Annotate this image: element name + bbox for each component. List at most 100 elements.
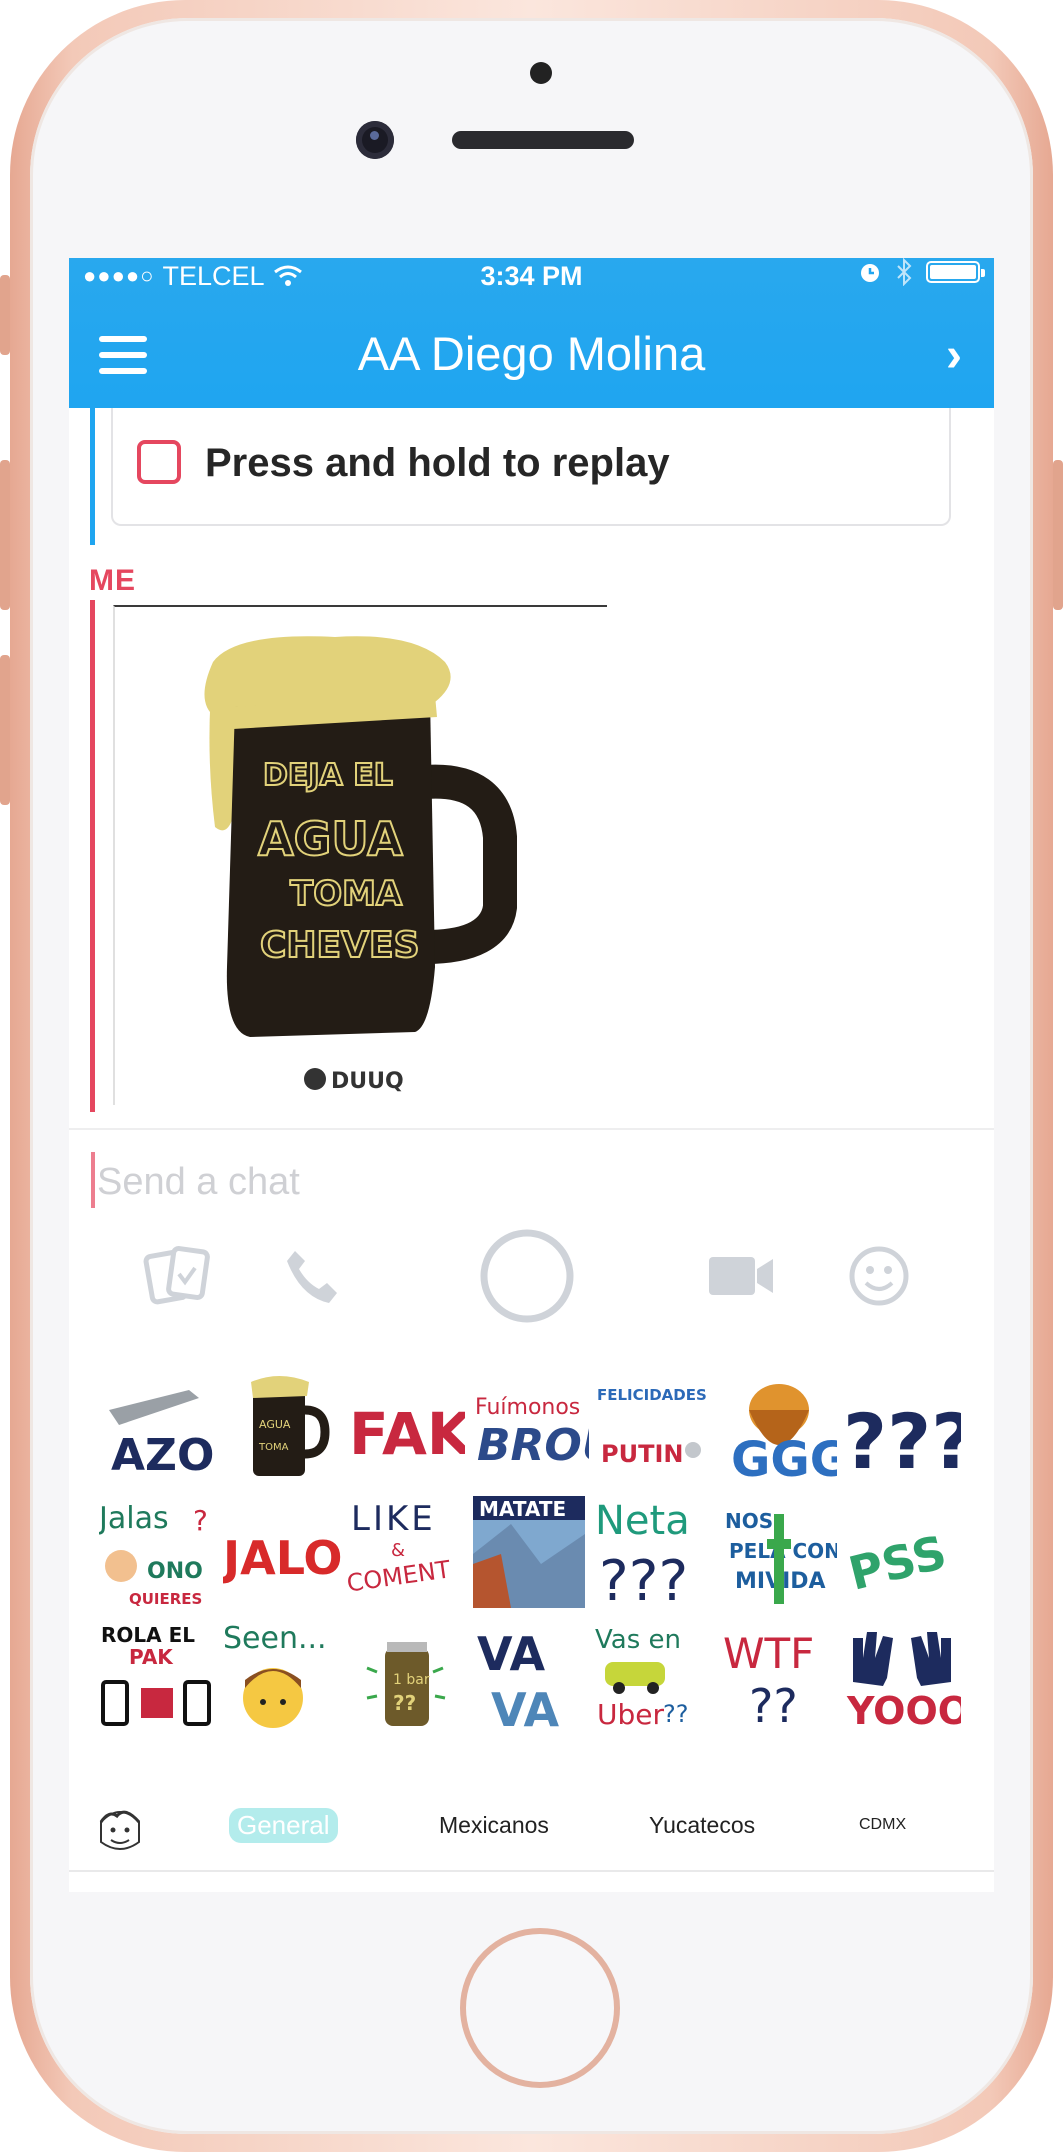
memories-button[interactable] [129, 1226, 229, 1326]
status-time: 3:34 PM [480, 261, 583, 291]
svg-text:MATATE: MATATE [479, 1497, 566, 1521]
sticker-line-2: AGUA [258, 812, 403, 866]
bitmoji-avatar-tab[interactable] [93, 1802, 147, 1856]
my-message-bar [90, 600, 95, 1112]
volume-down-button [0, 655, 10, 805]
proximity-sensor [530, 62, 552, 84]
svg-text:?: ? [193, 1504, 208, 1537]
sender-label: ME [89, 564, 136, 597]
sticker-pss[interactable]: PSS [843, 1494, 961, 1612]
sticker-brand: DUUQ [331, 1069, 404, 1094]
sticker-felicidades-putin[interactable]: FELICIDADES PUTIN [595, 1370, 713, 1488]
tab-general[interactable]: General [229, 1808, 338, 1843]
svg-text:VA: VA [491, 1683, 559, 1736]
sticker-1-bar[interactable]: 1 bar ?? [347, 1618, 465, 1736]
svg-text:??: ?? [663, 1700, 688, 1728]
chat-input-area[interactable] [89, 1146, 969, 1218]
svg-text:ONO: ONO [147, 1559, 203, 1584]
sticker-question-marks[interactable]: ??? [843, 1370, 975, 1488]
chat-input[interactable] [95, 1146, 959, 1218]
sticker-keyboard: AZO AGUA TOMA FAK Fuímonos BRO FELICIDAD… [97, 1370, 975, 1750]
tab-mexicanos[interactable]: Mexicanos [439, 1812, 549, 1839]
chat-content: Press and hold to replay ME DEJA EL AGUA… [69, 408, 994, 1892]
svg-text:???: ??? [843, 1397, 961, 1486]
svg-text:AGUA: AGUA [259, 1418, 291, 1431]
sticker-fuimonos-brou[interactable]: Fuímonos BROU [471, 1370, 618, 1488]
sticker-line-1: DEJA EL [263, 758, 393, 793]
svg-text:BROU: BROU [477, 1420, 589, 1471]
mute-switch [0, 275, 10, 355]
avatar-sketch-icon [99, 1810, 141, 1850]
sticker-category-tabs: General Mexicanos Yucatecos CDMX [69, 1788, 994, 1872]
sticker-ggg[interactable]: GGG [719, 1370, 849, 1488]
sticker-va-va[interactable]: VA VA [471, 1618, 589, 1737]
app-screen: ●●●●○ TELCEL 3:34 PM AA Diego Molina › P… [69, 258, 994, 1892]
svg-text:PUTIN: PUTIN [601, 1440, 683, 1468]
home-button[interactable] [460, 1928, 620, 2088]
sent-sticker[interactable]: DEJA EL AGUA TOMA CHEVES DUUQ [113, 605, 607, 1105]
status-right [858, 258, 985, 286]
svg-text:LIKE: LIKE [351, 1499, 436, 1539]
beer-mug-sticker: DEJA EL AGUA TOMA CHEVES DUUQ [204, 636, 517, 1094]
sticker-vas-en-uber[interactable]: Vas en Uber ?? [595, 1618, 713, 1736]
sticker-line-3: TOMA [290, 874, 403, 914]
sticker-seen[interactable]: Seen... [223, 1618, 341, 1736]
sticker-like-coment[interactable]: LIKE & COMENT [345, 1494, 465, 1612]
svg-text:???: ??? [599, 1549, 688, 1612]
earpiece-speaker [452, 131, 634, 149]
emoji-button[interactable] [829, 1226, 929, 1326]
replay-message[interactable]: Press and hold to replay [111, 408, 951, 526]
sticker-line-4: CHEVES [260, 925, 420, 966]
sticker-matate[interactable]: MATATE [471, 1494, 589, 1612]
bluetooth-icon [897, 258, 912, 286]
svg-text:VA: VA [477, 1627, 545, 1681]
smiley-icon [849, 1246, 909, 1306]
friend-message-bar [90, 408, 95, 545]
svg-text:Neta: Neta [595, 1498, 690, 1544]
sticker-jalas[interactable]: Jalas ? ONO QUIERES [97, 1494, 217, 1612]
svg-text:&: & [391, 1540, 405, 1561]
sticker-rola-el-pak[interactable]: ROLA EL PAK [99, 1618, 217, 1736]
volume-up-button [0, 460, 10, 610]
svg-text:NOS: NOS [725, 1509, 773, 1533]
sticker-wtf[interactable]: WTF ?? [719, 1618, 837, 1736]
svg-text:FELICIDADES: FELICIDADES [597, 1386, 707, 1404]
svg-text:Uber: Uber [597, 1698, 664, 1731]
video-call-button[interactable] [691, 1226, 791, 1326]
front-camera [356, 121, 394, 159]
replay-hint: Press and hold to replay [205, 441, 670, 485]
capture-button[interactable] [477, 1226, 577, 1326]
chevron-right-icon[interactable]: › [946, 332, 962, 380]
chat-header: ●●●●○ TELCEL 3:34 PM AA Diego Molina › [69, 258, 994, 408]
tab-cdmx[interactable]: CDMX [859, 1816, 906, 1834]
phone-icon [287, 1251, 337, 1303]
sticker-yooo[interactable]: YOOO [843, 1618, 970, 1736]
sticker-nos-la-pela[interactable]: NOS PELA CON MIVIDA [719, 1494, 841, 1612]
cards-icon [143, 1246, 210, 1305]
status-bar: ●●●●○ TELCEL 3:34 PM [69, 258, 994, 294]
call-button[interactable] [262, 1226, 362, 1326]
svg-text:Fuímonos: Fuímonos [475, 1395, 580, 1420]
svg-text:YOOO: YOOO [846, 1689, 961, 1733]
sticker-jalo[interactable]: JALO [220, 1494, 343, 1612]
tab-yucatecos[interactable]: Yucatecos [649, 1812, 755, 1839]
svg-text:WTF: WTF [723, 1629, 814, 1678]
svg-text:??: ?? [393, 1691, 416, 1715]
sticker-fak[interactable]: FAK [347, 1370, 474, 1488]
svg-text:JALO: JALO [223, 1531, 341, 1585]
sticker-deja-el-agua[interactable]: AGUA TOMA [223, 1370, 341, 1488]
shutter-circle-icon [480, 1229, 574, 1323]
svg-text:Vas en: Vas en [595, 1625, 681, 1655]
sticker-neta[interactable]: Neta ??? [595, 1494, 713, 1614]
svg-text:TOMA: TOMA [258, 1442, 289, 1453]
svg-text:ROLA EL: ROLA EL [101, 1623, 195, 1647]
svg-text:Seen...: Seen... [223, 1621, 327, 1656]
svg-text:FAK: FAK [349, 1400, 465, 1468]
action-bar [69, 1226, 994, 1336]
sticker-azo[interactable]: AZO [99, 1370, 217, 1488]
chat-title: AA Diego Molina [357, 327, 706, 380]
svg-text:GGG: GGG [731, 1432, 837, 1488]
svg-text:COMENT: COMENT [347, 1555, 452, 1597]
svg-text:PSS: PSS [844, 1525, 952, 1601]
alarm-icon [861, 264, 879, 282]
